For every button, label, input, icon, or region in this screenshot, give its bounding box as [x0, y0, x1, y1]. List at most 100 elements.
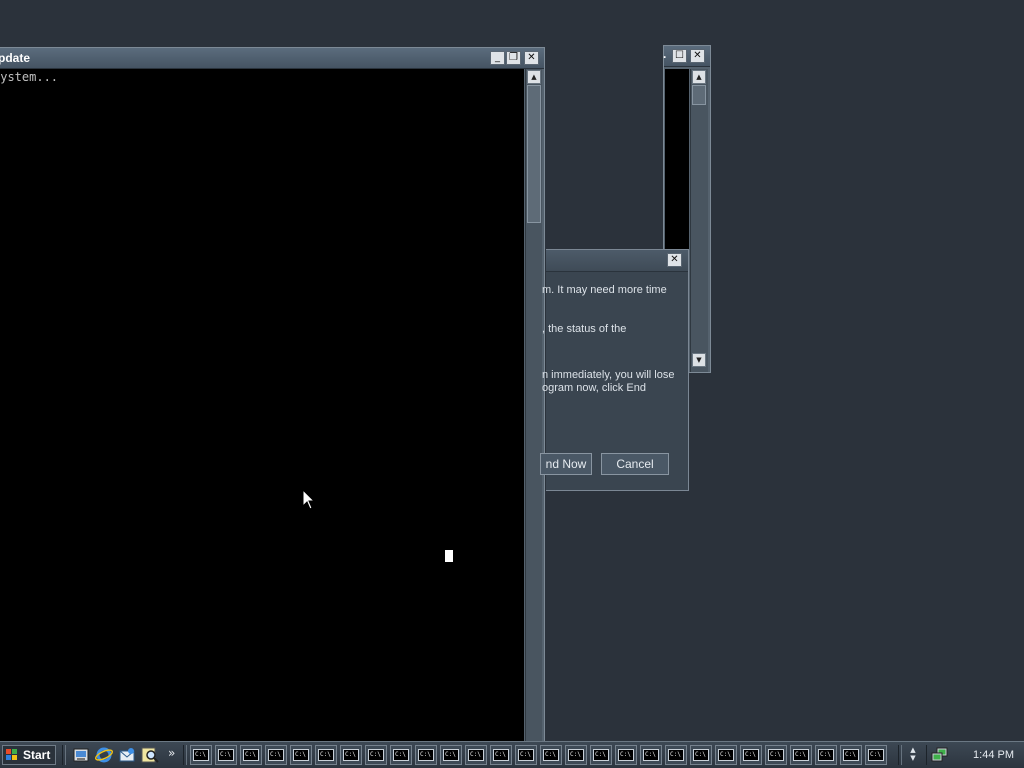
network-icon[interactable] [931, 747, 949, 763]
taskbar-separator [62, 745, 66, 765]
outlook-express-icon[interactable] [118, 746, 136, 764]
text-cursor [445, 550, 453, 562]
command-prompt-icon: C:\ [193, 749, 209, 761]
taskbar-separator [898, 745, 902, 765]
console-output[interactable]: system... [0, 69, 524, 741]
command-prompt-icon: C:\ [343, 749, 359, 761]
taskbar-window-button[interactable]: C:\ [240, 745, 262, 765]
taskbar-window-button[interactable]: C:\ [615, 745, 637, 765]
command-prompt-icon: C:\ [668, 749, 684, 761]
console-window[interactable]: pdate _ ❐ ✕ system... ▲ [0, 47, 545, 742]
command-prompt-icon: C:\ [543, 749, 559, 761]
taskbar-window-button[interactable]: C:\ [690, 745, 712, 765]
taskbar-window-button[interactable]: C:\ [190, 745, 212, 765]
minimize-button[interactable]: _ [490, 51, 505, 65]
taskbar-window-button[interactable]: C:\ [340, 745, 362, 765]
quick-launch-overflow-chevron-icon[interactable]: » [168, 746, 175, 760]
command-prompt-icon: C:\ [318, 749, 334, 761]
taskbar-window-button[interactable]: C:\ [415, 745, 437, 765]
search-icon[interactable] [141, 746, 159, 764]
taskbar-window-button[interactable]: C:\ [365, 745, 387, 765]
restore-button[interactable]: ❐ [506, 51, 521, 65]
scroll-up-arrow-icon[interactable]: ▲ [692, 70, 706, 84]
vertical-scrollbar-2[interactable]: ▲ ▼ [690, 69, 708, 372]
taskbar-window-button[interactable]: C:\ [840, 745, 862, 765]
system-tray: 1:44 PM [926, 745, 1022, 765]
end-now-button[interactable]: nd Now [540, 453, 592, 475]
taskbar-window-button[interactable]: C:\ [865, 745, 887, 765]
taskbar-window-button[interactable]: C:\ [490, 745, 512, 765]
clock[interactable]: 1:44 PM [973, 749, 1014, 761]
taskbar-separator [183, 745, 187, 765]
command-prompt-icon: C:\ [643, 749, 659, 761]
command-prompt-icon: C:\ [493, 749, 509, 761]
taskbar-window-button[interactable]: C:\ [390, 745, 412, 765]
command-prompt-icon: C:\ [243, 749, 259, 761]
console-line: system... [0, 70, 59, 84]
command-prompt-icon: C:\ [593, 749, 609, 761]
taskbar-window-button[interactable]: C:\ [290, 745, 312, 765]
command-prompt-icon: C:\ [743, 749, 759, 761]
taskbar-window-button[interactable]: C:\ [590, 745, 612, 765]
command-prompt-icon: C:\ [468, 749, 484, 761]
taskbar-window-button[interactable]: C:\ [465, 745, 487, 765]
dialog-message-line: m. It may need more time [542, 284, 667, 296]
command-prompt-icon: C:\ [293, 749, 309, 761]
taskbar-window-button[interactable]: C:\ [665, 745, 687, 765]
command-prompt-icon: C:\ [218, 749, 234, 761]
scroll-up-arrow-icon[interactable]: ▲ [527, 70, 541, 84]
taskbar-window-button[interactable]: C:\ [815, 745, 837, 765]
mouse-pointer-icon [302, 489, 316, 510]
taskbar-window-button[interactable]: C:\ [565, 745, 587, 765]
dialog-message-line: , the status of the [542, 323, 627, 335]
scrollbar-thumb[interactable] [527, 85, 541, 223]
tray-scroll-arrows-icon[interactable]: ▲ ▼ [906, 746, 920, 764]
dialog-message-line: ogram now, click End [542, 382, 646, 394]
dialog-message-line: n immediately, you will lose [542, 369, 675, 381]
command-prompt-icon: C:\ [718, 749, 734, 761]
taskbar-window-button[interactable]: C:\ [265, 745, 287, 765]
taskbar-window-button[interactable]: C:\ [740, 745, 762, 765]
command-prompt-icon: C:\ [768, 749, 784, 761]
console2-titlebar[interactable]: . ☐ ✕ [663, 46, 710, 67]
end-program-dialog[interactable]: ✕ m. It may need more time , the status … [540, 249, 689, 491]
taskbar-window-button[interactable]: C:\ [790, 745, 812, 765]
show-desktop-icon[interactable] [72, 746, 90, 764]
taskbar-window-button[interactable]: C:\ [315, 745, 337, 765]
command-prompt-icon: C:\ [693, 749, 709, 761]
command-prompt-icon: C:\ [618, 749, 634, 761]
dialog-close-button[interactable]: ✕ [667, 253, 682, 267]
taskbar-window-button[interactable]: C:\ [765, 745, 787, 765]
command-prompt-icon: C:\ [518, 749, 534, 761]
scroll-down-arrow-icon[interactable]: ▼ [692, 353, 706, 367]
command-prompt-icon: C:\ [868, 749, 884, 761]
command-prompt-icon: C:\ [268, 749, 284, 761]
maximize-button[interactable]: ☐ [672, 49, 687, 63]
console-title: pdate [0, 51, 31, 65]
command-prompt-icon: C:\ [793, 749, 809, 761]
command-prompt-icon: C:\ [843, 749, 859, 761]
start-button[interactable]: Start [2, 745, 56, 765]
taskbar-window-button[interactable]: C:\ [715, 745, 737, 765]
close-button-2[interactable]: ✕ [690, 49, 705, 63]
command-prompt-icon: C:\ [393, 749, 409, 761]
taskbar-window-button[interactable]: C:\ [515, 745, 537, 765]
taskbar-window-button[interactable]: C:\ [215, 745, 237, 765]
cancel-button[interactable]: Cancel [601, 453, 669, 475]
close-button[interactable]: ✕ [524, 51, 539, 65]
taskbar: Start » C:\ C:\ C:\ C:\ C:\ C:\ C:\ C:\ C:\ C:\ C:… [0, 741, 1024, 768]
dialog-titlebar[interactable]: ✕ [546, 250, 688, 272]
scrollbar-thumb-2[interactable] [692, 85, 706, 105]
taskbar-window-button[interactable]: C:\ [640, 745, 662, 765]
console2-title: . [663, 47, 667, 61]
command-prompt-icon: C:\ [418, 749, 434, 761]
taskbar-window-button[interactable]: C:\ [440, 745, 462, 765]
command-prompt-icon: C:\ [818, 749, 834, 761]
console-titlebar[interactable]: pdate _ ❐ ✕ [0, 48, 544, 69]
taskbar-window-button[interactable]: C:\ [540, 745, 562, 765]
internet-explorer-icon[interactable] [95, 746, 113, 764]
vertical-scrollbar[interactable]: ▲ [525, 69, 542, 741]
command-prompt-icon: C:\ [368, 749, 384, 761]
start-label: Start [23, 748, 51, 762]
command-prompt-icon: C:\ [443, 749, 459, 761]
